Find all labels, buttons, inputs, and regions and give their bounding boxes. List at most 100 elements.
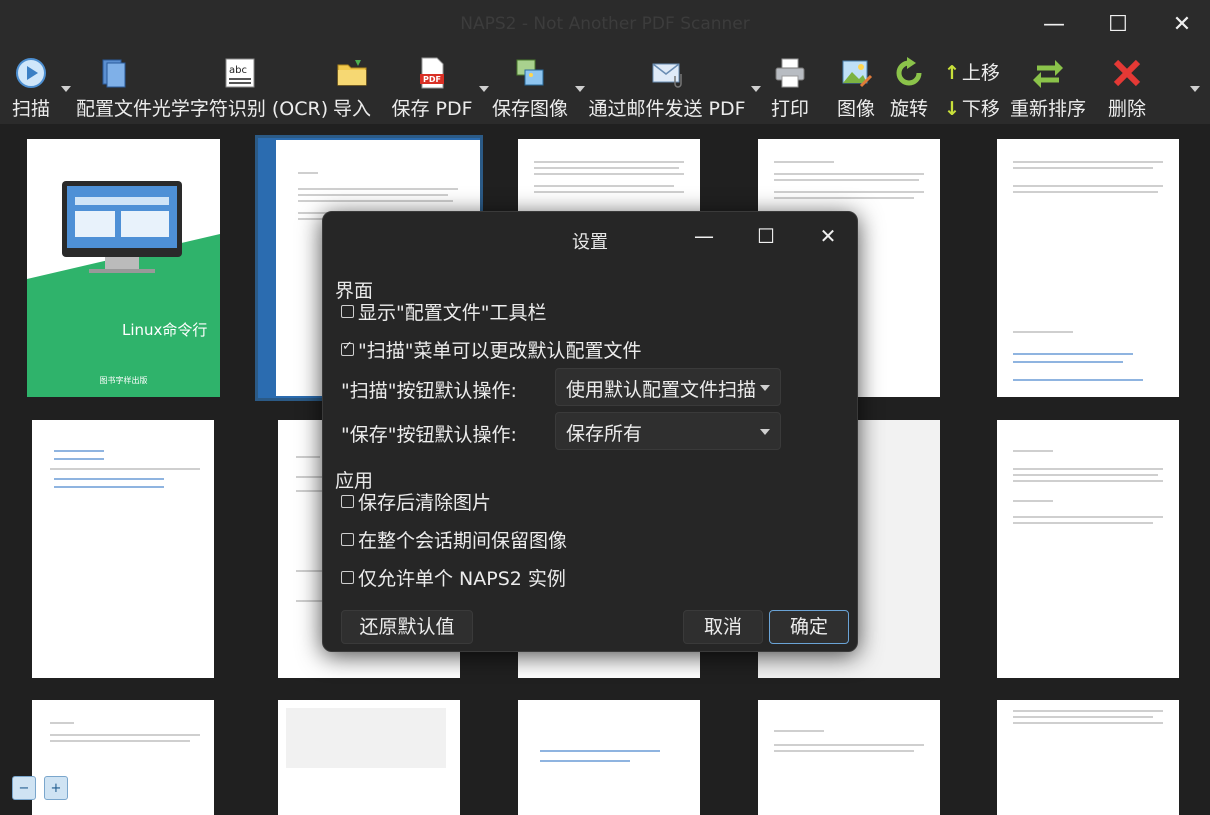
page-thumbnail[interactable] bbox=[32, 420, 214, 678]
delete-icon bbox=[1113, 59, 1141, 87]
ok-button[interactable]: 确定 bbox=[769, 610, 849, 644]
image-edit-icon bbox=[842, 60, 873, 88]
scan-button-default-select[interactable]: 使用默认配置文件扫描 bbox=[555, 368, 781, 406]
scan-button[interactable]: 扫描 bbox=[10, 52, 52, 124]
single-instance-checkbox[interactable]: 仅允许单个 NAPS2 实例 bbox=[341, 564, 566, 591]
settings-dialog: 设置 — ☐ ✕ 界面 显示"配置文件"工具栏 "扫描"菜单可以更改默认配置文件… bbox=[322, 211, 858, 652]
show-profiles-toolbar-checkbox[interactable]: 显示"配置文件"工具栏 bbox=[341, 298, 546, 325]
save-pdf-button[interactable]: PDF 保存 PDF bbox=[391, 52, 473, 124]
move-down-label: 下移 bbox=[961, 98, 1000, 120]
main-toolbar: 扫描 配置文件 abc 光学字符识别 (OCR) 导入 PDF 保存 PDF 保… bbox=[0, 52, 1210, 124]
app-window: NAPS2 - Not Another PDF Scanner — ☐ ✕ 扫描… bbox=[0, 0, 1210, 815]
email-pdf-button[interactable]: 通过邮件发送 PDF bbox=[588, 52, 746, 124]
page-thumbnail[interactable] bbox=[997, 420, 1179, 678]
move-up-label: 上移 bbox=[961, 62, 1000, 84]
profiles-button[interactable]: 配置文件 bbox=[76, 52, 153, 124]
svg-text:PDF: PDF bbox=[423, 75, 441, 84]
zoom-out-button[interactable]: − bbox=[12, 776, 36, 800]
reorder-icon bbox=[1033, 60, 1063, 88]
page-thumbnail[interactable] bbox=[997, 700, 1179, 815]
minimize-button[interactable]: — bbox=[1036, 10, 1072, 42]
checkbox-unchecked[interactable] bbox=[341, 533, 354, 546]
save-button-default-value: 保存所有 bbox=[566, 423, 643, 445]
checkbox-unchecked[interactable] bbox=[341, 495, 354, 508]
profiles-icon bbox=[102, 59, 126, 88]
print-button[interactable]: 打印 bbox=[770, 52, 810, 124]
pdf-icon: PDF bbox=[420, 57, 444, 89]
scan-menu-change-default-label: "扫描"菜单可以更改默认配置文件 bbox=[358, 340, 642, 362]
chevron-down-icon bbox=[760, 385, 770, 391]
cancel-button[interactable]: 取消 bbox=[683, 610, 763, 644]
show-profiles-toolbar-label: 显示"配置文件"工具栏 bbox=[358, 302, 547, 324]
folder-icon bbox=[337, 60, 367, 86]
arrow-up-icon: ↑ bbox=[944, 62, 960, 84]
page-thumbnail[interactable] bbox=[518, 700, 700, 815]
ocr-button[interactable]: abc 光学字符识别 (OCR) bbox=[152, 52, 328, 124]
checkbox-unchecked[interactable] bbox=[341, 305, 354, 318]
profiles-label: 配置文件 bbox=[76, 98, 153, 120]
book-cover-image bbox=[27, 139, 220, 397]
zoom-in-icon: + bbox=[50, 780, 62, 796]
single-instance-label: 仅允许单个 NAPS2 实例 bbox=[358, 568, 566, 590]
import-label: 导入 bbox=[332, 98, 371, 120]
scan-button-default-label: "扫描"按钮默认操作: bbox=[341, 380, 517, 402]
save-images-dropdown-arrow[interactable] bbox=[575, 86, 585, 92]
save-images-button[interactable]: 保存图像 bbox=[492, 52, 568, 124]
window-title: NAPS2 - Not Another PDF Scanner bbox=[460, 14, 750, 34]
svg-text:abc: abc bbox=[229, 65, 247, 76]
delete-label: 删除 bbox=[1107, 98, 1146, 120]
zoom-in-button[interactable]: + bbox=[44, 776, 68, 800]
chevron-down-icon bbox=[760, 429, 770, 435]
keep-images-checkbox[interactable]: 在整个会话期间保留图像 bbox=[341, 526, 567, 553]
keep-images-label: 在整个会话期间保留图像 bbox=[358, 530, 568, 552]
close-button[interactable]: ✕ bbox=[1164, 10, 1200, 42]
rotate-icon bbox=[896, 57, 922, 86]
rotate-button[interactable]: 旋转 bbox=[888, 52, 930, 124]
zoom-out-icon: − bbox=[18, 780, 30, 796]
reorder-label: 重新排序 bbox=[1010, 98, 1087, 120]
checkbox-unchecked[interactable] bbox=[341, 571, 354, 584]
move-down-button[interactable]: ↓ 下移 bbox=[944, 94, 1000, 121]
scan-menu-change-default-checkbox[interactable]: "扫描"菜单可以更改默认配置文件 bbox=[341, 336, 641, 363]
save-button-default-label: "保存"按钮默认操作: bbox=[341, 424, 517, 446]
save-images-label: 保存图像 bbox=[492, 98, 569, 120]
email-pdf-label: 通过邮件发送 PDF bbox=[588, 98, 746, 120]
import-button[interactable]: 导入 bbox=[330, 52, 374, 124]
save-button-default-select[interactable]: 保存所有 bbox=[555, 412, 781, 450]
rotate-label: 旋转 bbox=[889, 98, 928, 120]
ocr-icon: abc bbox=[225, 58, 255, 88]
scan-button-default-value: 使用默认配置文件扫描 bbox=[566, 379, 757, 401]
delete-button[interactable]: 删除 bbox=[1106, 52, 1148, 124]
dialog-minimize-button[interactable]: — bbox=[689, 224, 719, 250]
reorder-button[interactable]: 重新排序 bbox=[1010, 52, 1086, 124]
email-dropdown-arrow[interactable] bbox=[751, 86, 761, 92]
ocr-label: 光学字符识别 (OCR) bbox=[151, 98, 329, 120]
save-pdf-dropdown-arrow[interactable] bbox=[479, 86, 489, 92]
cover-publisher: 图书字样出版 bbox=[99, 376, 148, 385]
printer-icon bbox=[775, 58, 805, 88]
scan-label: 扫描 bbox=[11, 98, 50, 120]
maximize-button[interactable]: ☐ bbox=[1100, 10, 1136, 42]
image-label: 图像 bbox=[836, 98, 875, 120]
page-thumbnail[interactable] bbox=[278, 700, 460, 815]
email-icon bbox=[652, 63, 682, 88]
save-images-icon bbox=[516, 59, 544, 86]
page-thumbnail[interactable]: Linux命令行 图书字样出版 bbox=[27, 139, 220, 397]
scan-dropdown-arrow[interactable] bbox=[61, 86, 71, 92]
dialog-close-button[interactable]: ✕ bbox=[813, 224, 843, 250]
arrow-down-icon: ↓ bbox=[944, 98, 960, 120]
print-label: 打印 bbox=[770, 98, 809, 120]
restore-defaults-button[interactable]: 还原默认值 bbox=[341, 610, 473, 644]
dialog-maximize-button[interactable]: ☐ bbox=[751, 224, 781, 250]
checkbox-checked[interactable] bbox=[341, 339, 354, 356]
clear-after-save-checkbox[interactable]: 保存后清除图片 bbox=[341, 488, 491, 515]
save-pdf-label: 保存 PDF bbox=[391, 98, 473, 120]
title-bar: NAPS2 - Not Another PDF Scanner — ☐ ✕ bbox=[0, 0, 1210, 52]
page-thumbnail[interactable] bbox=[997, 139, 1179, 397]
image-button[interactable]: 图像 bbox=[834, 52, 878, 124]
page-thumbnail[interactable] bbox=[758, 700, 940, 815]
overflow-arrow[interactable] bbox=[1190, 86, 1200, 92]
clear-after-save-label: 保存后清除图片 bbox=[358, 492, 492, 514]
move-up-button[interactable]: ↑ 上移 bbox=[944, 58, 1000, 85]
cover-title: Linux命令行 bbox=[122, 321, 208, 339]
